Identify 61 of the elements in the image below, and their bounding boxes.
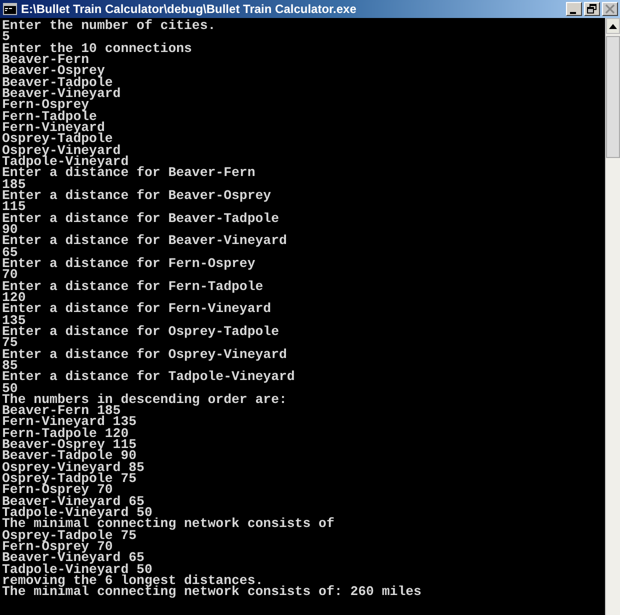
minimize-button[interactable]	[566, 2, 582, 16]
console-line: 120	[2, 292, 26, 304]
console-line: Fern-Tadpole 120	[2, 428, 129, 440]
console-line: removing the 6 longest distances.	[2, 575, 264, 586]
console-line: Beaver-Tadpole 90	[2, 450, 137, 462]
console-line: Enter a distance for Beaver-Osprey	[2, 190, 272, 202]
console-icon	[3, 3, 17, 15]
console-line: Enter a distance for Beaver-Tadpole	[2, 212, 280, 224]
console-line: Enter a distance for Fern-Osprey	[2, 258, 256, 270]
console-line: 135	[2, 314, 26, 326]
console-line: Fern-Osprey 70	[2, 484, 113, 496]
console-line: Enter the 10 connections	[2, 42, 193, 54]
console-line: Fern-Vineyard	[2, 122, 105, 134]
scrollbar[interactable]	[605, 18, 620, 615]
console-line: Beaver-Fern	[2, 54, 90, 66]
console-line: Fern-Tadpole	[2, 110, 97, 122]
console-line: Beaver-Fern 185	[2, 405, 121, 416]
console-line: Osprey-Vineyard	[2, 144, 121, 156]
console-line: 85	[2, 360, 18, 372]
console-line: Enter a distance for Tadpole-Vineyard	[2, 371, 296, 382]
console-line: The minimal connecting network consists of	[2, 518, 336, 530]
console-line: 50	[2, 382, 18, 394]
console-line: Osprey-Tadpole	[2, 133, 113, 145]
console-line: Osprey-Tadpole 75	[2, 530, 137, 542]
console-line: Beaver-Vineyard 65	[2, 496, 144, 508]
console-line: Beaver-Vineyard 65	[2, 552, 144, 564]
console-line: Tadpole-Vineyard 50	[2, 564, 152, 576]
console-line: Tadpole-Vineyard 50	[2, 507, 152, 518]
console-line: 185	[2, 178, 26, 190]
console-line: Enter a distance for Fern-Vineyard	[2, 303, 272, 315]
console-line: Enter a distance for Osprey-Tadpole	[2, 326, 280, 338]
console-line: Tadpole-Vineyard	[2, 156, 130, 168]
console-line: 90	[2, 224, 18, 236]
console-line: Beaver-Osprey	[2, 65, 105, 77]
console-line: The minimal connecting network consists of: 260 miles	[2, 586, 422, 598]
console-line: Enter a distance for Osprey-Vineyard	[2, 348, 288, 360]
console-line: Enter the number of cities.	[2, 20, 217, 32]
scroll-up-icon[interactable]	[609, 24, 617, 28]
scroll-thumb[interactable]	[606, 36, 620, 158]
console-line: Beaver-Tadpole	[2, 76, 113, 88]
console-line: Fern-Osprey	[2, 99, 90, 111]
console-line: Enter a distance for Beaver-Fern	[2, 167, 256, 179]
close-icon	[605, 4, 615, 14]
console-line: Beaver-Vineyard	[2, 88, 122, 100]
restore-icon	[587, 4, 597, 14]
console-line: Osprey-Vineyard 85	[2, 462, 146, 474]
restore-button[interactable]	[584, 2, 600, 16]
console-line: Enter a distance for Beaver-Vineyard	[2, 235, 288, 247]
window-title: E:\Bullet Train Calculator\debug\Bullet Train Calculator.exe	[21, 2, 358, 16]
console-line: 115	[2, 201, 26, 213]
console-line: 75	[2, 337, 18, 349]
console-line: Enter a distance for Fern-Tadpole	[2, 280, 264, 292]
minimize-icon	[570, 12, 576, 14]
console-line: Beaver-Osprey 115	[2, 439, 138, 450]
console-line: Fern-Osprey 70	[2, 541, 113, 552]
console-line: 70	[2, 269, 18, 281]
console-line: Osprey-Tadpole 75	[2, 473, 137, 484]
console-line: The numbers in descending order are:	[2, 394, 288, 406]
console-line: 65	[2, 246, 18, 258]
console-line: Fern-Vineyard 135	[2, 416, 138, 428]
console-line: 5	[2, 31, 10, 43]
